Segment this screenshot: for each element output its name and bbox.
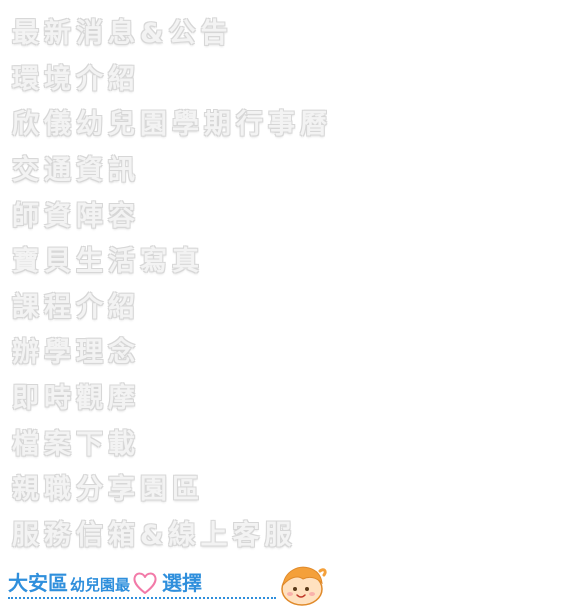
menu-item-philosophy: 辦學理念: [12, 327, 332, 373]
menu-link-calendar[interactable]: 欣儀幼兒園學期行事曆: [12, 102, 332, 141]
menu-item-news: 最新消息&公告: [12, 8, 332, 54]
slogan-banner: 大安區 幼兒園最 選擇: [8, 563, 328, 607]
menu-link-photos[interactable]: 寶貝生活寫真: [12, 239, 204, 278]
slogan-district: 大安區: [8, 571, 68, 595]
menu-link-news[interactable]: 最新消息&公告: [12, 11, 233, 50]
menu-link-downloads[interactable]: 檔案下載: [12, 422, 140, 461]
menu-link-parenting[interactable]: 親職分享園區: [12, 467, 204, 506]
menu-item-contact: 服務信箱&線上客服: [12, 510, 332, 556]
slogan-underline: [8, 597, 276, 599]
main-menu: 最新消息&公告 環境介紹 欣儀幼兒園學期行事曆 交通資訊 師資陣容 寶貝生活寫真…: [12, 8, 332, 555]
menu-link-contact[interactable]: 服務信箱&線上客服: [12, 513, 297, 552]
slogan-kindergarten: 幼兒園最: [70, 576, 131, 594]
menu-link-teachers[interactable]: 師資陣容: [12, 194, 140, 233]
menu-item-transport: 交通資訊: [12, 145, 332, 191]
menu-link-live-view[interactable]: 即時觀摩: [12, 376, 140, 415]
menu-item-calendar: 欣儀幼兒園學期行事曆: [12, 99, 332, 145]
child-face-mascot-icon: [276, 563, 328, 607]
menu-link-courses[interactable]: 課程介紹: [12, 285, 140, 324]
heart-outline-icon: [132, 570, 158, 596]
menu-link-transport[interactable]: 交通資訊: [12, 148, 140, 187]
menu-item-downloads: 檔案下載: [12, 418, 332, 464]
menu-item-environment: 環境介紹: [12, 54, 332, 100]
menu-item-photos: 寶貝生活寫真: [12, 236, 332, 282]
slogan-choice: 選擇: [162, 571, 203, 595]
menu-link-environment[interactable]: 環境介紹: [12, 57, 140, 96]
menu-item-parenting: 親職分享園區: [12, 464, 332, 510]
menu-link-philosophy[interactable]: 辦學理念: [12, 330, 140, 369]
menu-item-live-view: 即時觀摩: [12, 373, 332, 419]
menu-item-courses: 課程介紹: [12, 282, 332, 328]
menu-item-teachers: 師資陣容: [12, 190, 332, 236]
slogan-text: 大安區 幼兒園最 選擇: [8, 567, 202, 596]
